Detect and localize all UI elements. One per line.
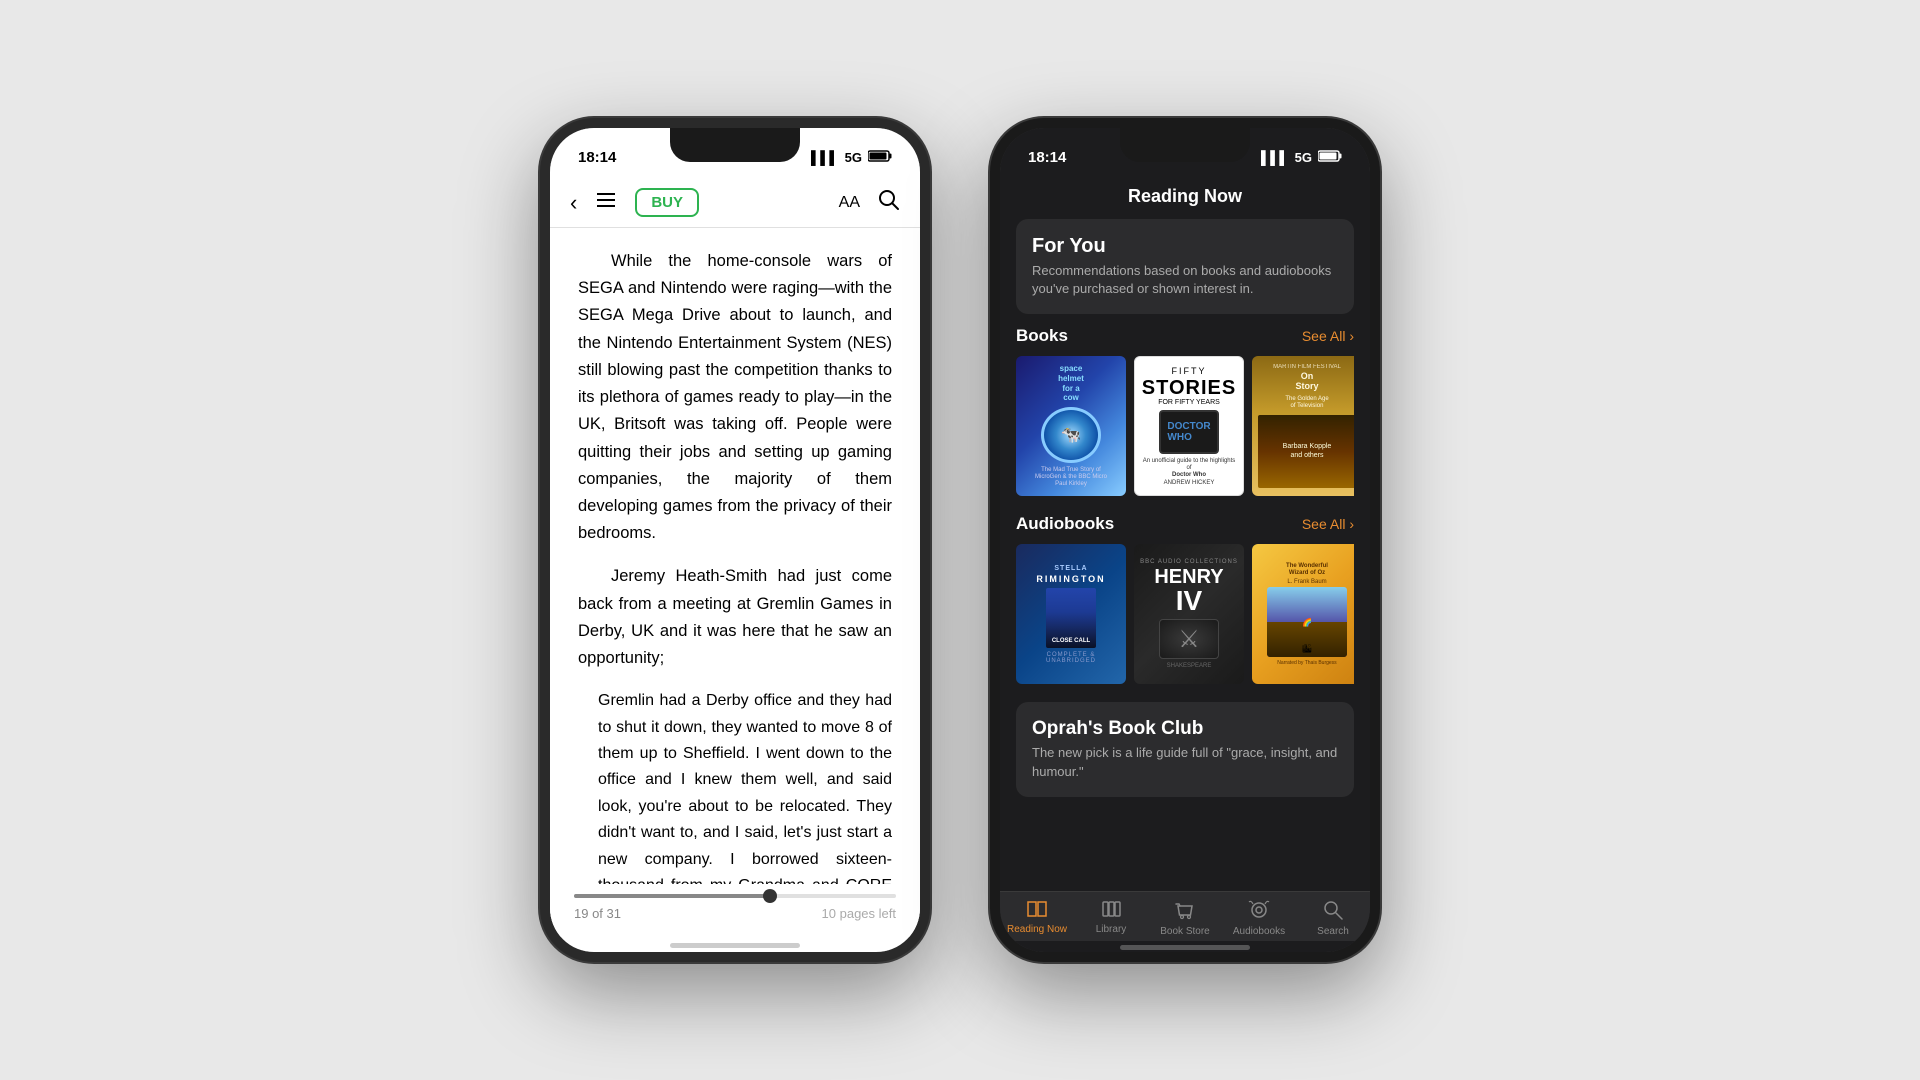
audiobooks-label: Audiobooks (1016, 514, 1114, 534)
tab-library[interactable]: Library (1074, 900, 1148, 937)
audiobook-cover-stella[interactable]: STELLA RIMINGTON CLOSE CALL COMPLETE & U… (1016, 544, 1126, 684)
progress-labels: 19 of 31 10 pages left (574, 906, 896, 921)
oprah-title: Oprah's Book Club (1032, 718, 1338, 740)
ebook-reader-phone: 18:14 ▌▌▌ 5G ‹ (540, 118, 930, 962)
pages-left: 10 pages left (822, 906, 896, 921)
search-button[interactable] (878, 189, 900, 216)
reader-bottom: 19 of 31 10 pages left (550, 884, 920, 937)
toolbar-left: ‹ BUY (570, 188, 699, 217)
home-indicator-left (670, 943, 800, 948)
tab-reading-now[interactable]: Reading Now (1000, 900, 1074, 937)
books-header: Books See All › (1016, 326, 1354, 346)
for-you-section: For You Recommendations based on books a… (1016, 219, 1354, 314)
chevron-right-icon-2: › (1349, 516, 1354, 532)
reading-now-header: Reading Now (1000, 178, 1370, 219)
current-page: 19 of 31 (574, 906, 621, 921)
progress-fill (574, 894, 770, 898)
reading-now-tab-label: Reading Now (1007, 924, 1067, 935)
network-icon-left: 5G (845, 150, 862, 165)
network-icon-right: 5G (1295, 150, 1312, 165)
books-row: spacehelmetfor acow 🐄 The Mad True Story… (1016, 356, 1354, 496)
reader-toolbar: ‹ BUY AA (550, 178, 920, 228)
search-tab-icon (1323, 900, 1343, 924)
font-button[interactable]: AA (839, 194, 860, 212)
battery-icon-right (1318, 150, 1342, 165)
audiobooks-see-all[interactable]: See All › (1302, 516, 1354, 532)
book-store-tab-label: Book Store (1160, 926, 1209, 937)
paragraph-2: Jeremy Heath-Smith had just come back fr… (578, 563, 892, 672)
oprah-desc: The new pick is a life guide full of "gr… (1032, 744, 1338, 780)
notch-right (1120, 128, 1250, 162)
time-left: 18:14 (578, 149, 616, 166)
time-right: 18:14 (1028, 149, 1066, 166)
chevron-right-icon: › (1349, 328, 1354, 344)
for-you-title: For You (1032, 235, 1338, 258)
audiobooks-tab-icon (1248, 900, 1270, 924)
tab-bar: Reading Now Library (1000, 891, 1370, 941)
search-tab-label: Search (1317, 926, 1349, 937)
reading-now-screen: Reading Now For You Recommendations base… (1000, 178, 1370, 952)
tab-search[interactable]: Search (1296, 900, 1370, 937)
library-tab-label: Library (1096, 924, 1127, 935)
home-indicator-right (1120, 945, 1250, 950)
audiobooks-subsection: Audiobooks See All › STELLA RIMINGTON (1000, 514, 1370, 692)
back-button[interactable]: ‹ (570, 190, 577, 216)
tab-audiobooks[interactable]: Audiobooks (1222, 900, 1296, 937)
blockquote: Gremlin had a Derby office and they had … (598, 688, 892, 884)
book-cover-fifty-stories[interactable]: FIFTY STORIES FOR FIFTY YEARS DOCTORWHO … (1134, 356, 1244, 496)
toc-button[interactable] (595, 191, 617, 214)
audiobooks-tab-label: Audiobooks (1233, 926, 1285, 937)
notch (670, 128, 800, 162)
toolbar-right: AA (839, 189, 900, 216)
signal-icon-left: ▌▌▌ (811, 150, 839, 165)
reader-screen: ‹ BUY AA (550, 178, 920, 952)
reading-now-scroll[interactable]: For You Recommendations based on books a… (1000, 219, 1370, 891)
reader-content: While the home-console wars of SEGA and … (550, 228, 920, 884)
book-cover-on-story[interactable]: MARTIN FILM FESTIVAL OnStory The Golden … (1252, 356, 1354, 496)
audiobooks-row: STELLA RIMINGTON CLOSE CALL COMPLETE & U… (1016, 544, 1354, 684)
audiobooks-header: Audiobooks See All › (1016, 514, 1354, 534)
status-icons-left: ▌▌▌ 5G (811, 150, 892, 165)
status-icons-right: ▌▌▌ 5G (1261, 150, 1342, 165)
buy-button[interactable]: BUY (635, 188, 699, 217)
book-store-tab-icon (1174, 900, 1196, 924)
signal-icon-right: ▌▌▌ (1261, 150, 1289, 165)
reading-now-tab-icon (1026, 900, 1048, 922)
books-subsection: Books See All › spacehelmetfor acow 🐄 Th… (1000, 326, 1370, 504)
audiobook-cover-wizard[interactable]: The WonderfulWizard of Oz L. Frank Baum … (1252, 544, 1354, 684)
for-you-desc: Recommendations based on books and audio… (1032, 262, 1338, 298)
battery-icon-left (868, 150, 892, 165)
oprah-section: Oprah's Book Club The new pick is a life… (1016, 702, 1354, 796)
progress-thumb (763, 889, 777, 903)
reading-now-phone: 18:14 ▌▌▌ 5G Reading Now For You Recomme… (990, 118, 1380, 962)
books-label: Books (1016, 326, 1068, 346)
tab-book-store[interactable]: Book Store (1148, 900, 1222, 937)
book-cover-space-helmet[interactable]: spacehelmetfor acow 🐄 The Mad True Story… (1016, 356, 1126, 496)
audiobook-cover-henry[interactable]: BBC AUDIO COLLECTIONS HENRY IV ⚔ SHAKESP… (1134, 544, 1244, 684)
reading-now-title: Reading Now (1128, 186, 1242, 206)
progress-bar[interactable] (574, 894, 896, 898)
library-tab-icon (1100, 900, 1122, 922)
books-see-all[interactable]: See All › (1302, 328, 1354, 344)
paragraph-1: While the home-console wars of SEGA and … (578, 248, 892, 547)
